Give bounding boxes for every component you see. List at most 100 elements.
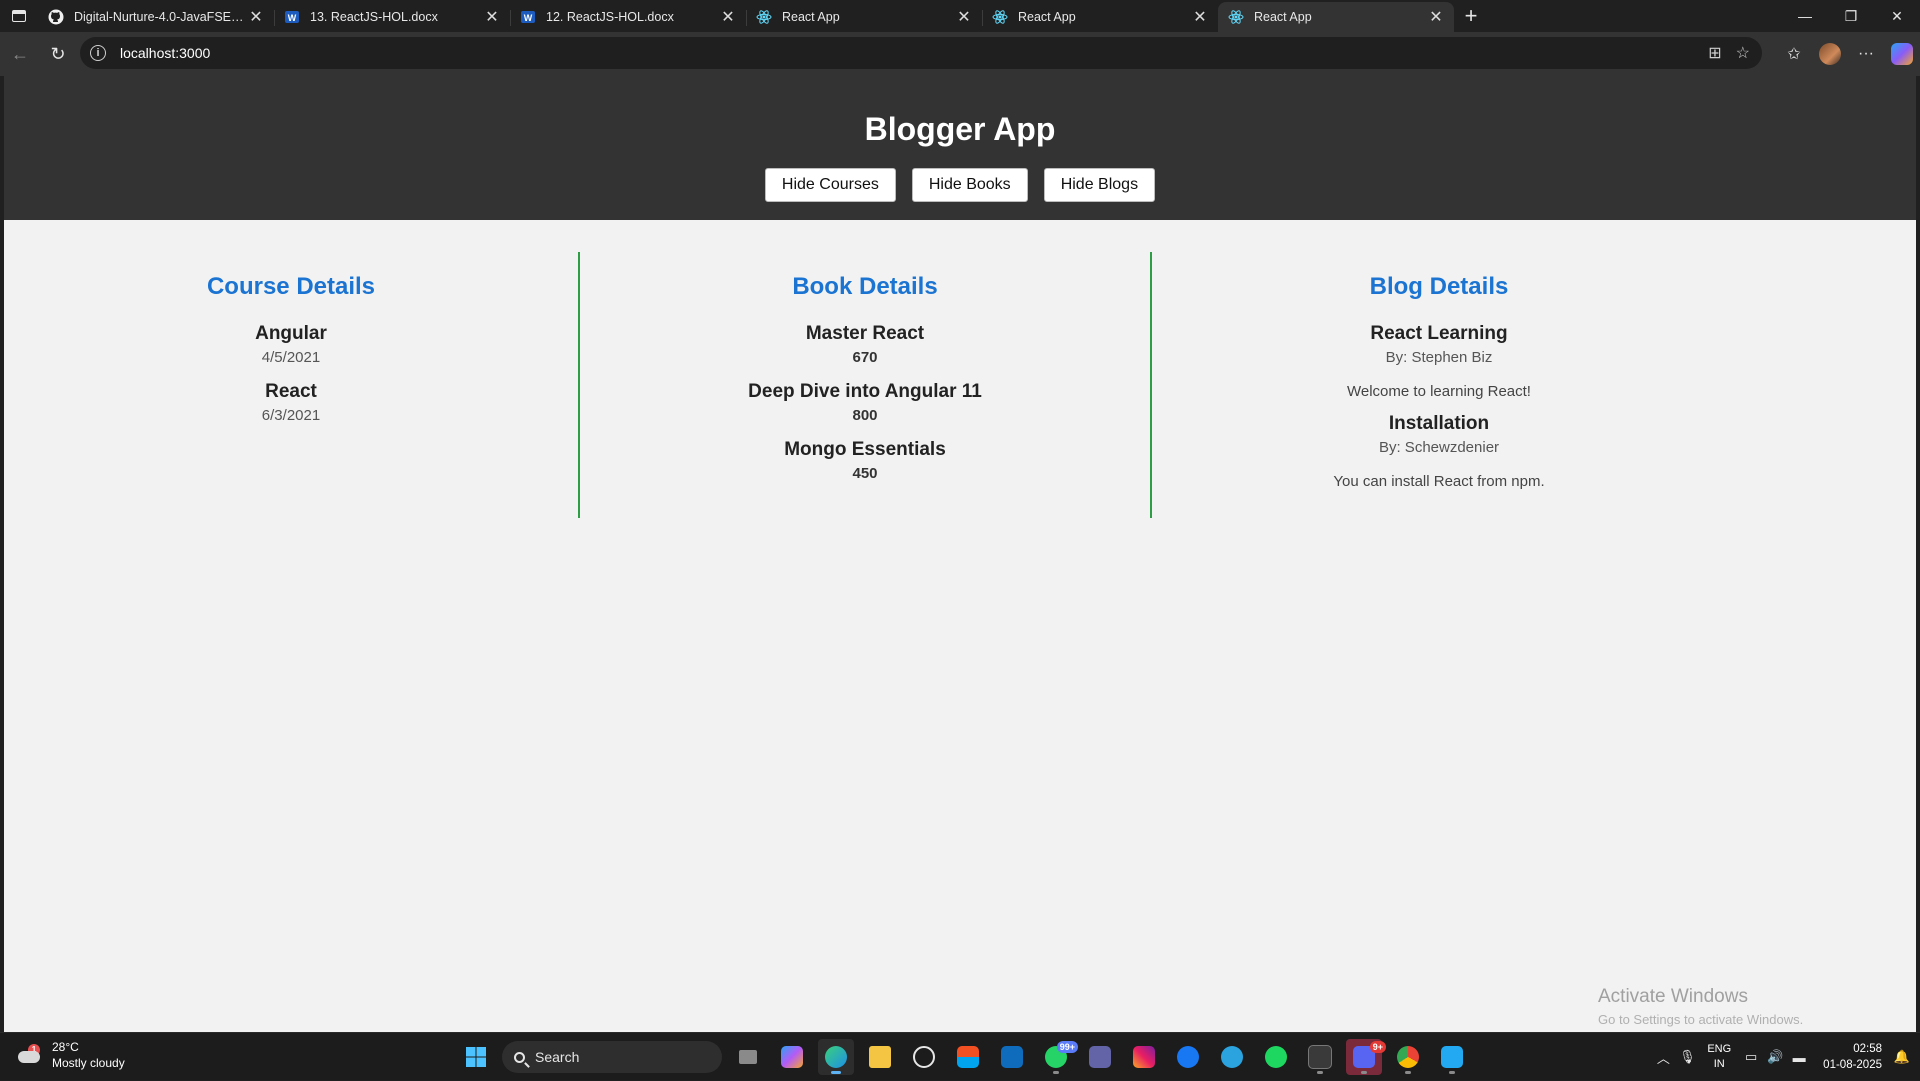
taskbar-search[interactable]: Search [502,1041,722,1073]
course-date: 6/3/2021 [261,407,321,424]
region-code: IN [1713,1058,1725,1070]
search-label: Search [535,1049,580,1065]
browser-tab-github[interactable]: Digital-Nurture-4.0-JavaFSE/Java ✕ [38,2,274,32]
language-indicator[interactable]: ENG IN [1707,1042,1731,1072]
terminal-icon[interactable] [1302,1039,1338,1075]
book-name: Deep Dive into Angular 11 [748,381,982,402]
course-name: Angular [255,323,327,344]
weather-icon: 1 [16,1041,44,1069]
blog-details-heading: Blog Details [1369,273,1509,300]
close-icon[interactable]: ✕ [482,7,502,27]
tab-title: 12. ReactJS-HOL.docx [546,10,674,24]
whatsapp-icon[interactable]: 99+ [1038,1039,1078,1075]
favorites-icon[interactable]: ✩ [1776,36,1812,72]
react-icon [756,9,772,25]
browser-tab-react-1[interactable]: React App ✕ [746,2,982,32]
word-icon: W [520,9,536,25]
minimize-icon[interactable]: — [1782,0,1828,32]
clock[interactable]: 02:58 01-08-2025 [1823,1041,1882,1073]
url-text[interactable]: localhost:3000 [120,45,210,61]
close-icon[interactable]: ✕ [1426,7,1446,27]
close-icon[interactable]: ✕ [954,7,974,27]
book-item: Master React 670 [580,322,1150,368]
book-price: 800 [852,407,878,424]
task-view-icon[interactable] [730,1039,766,1075]
telegram-icon[interactable] [1214,1039,1250,1075]
browser-tab-word-12[interactable]: W 12. ReactJS-HOL.docx ✕ [510,2,746,32]
whatsapp-badge: 99+ [1056,1041,1078,1053]
edge-browser-icon[interactable] [818,1039,854,1075]
browser-tab-react-active[interactable]: React App ✕ [1218,2,1454,32]
blog-item: React Learning By: Stephen Biz Welcome t… [1152,322,1726,402]
course-item: Angular 4/5/2021 [4,322,578,368]
copilot-icon[interactable] [1891,43,1913,65]
weather-widget[interactable]: 1 28°C Mostly cloudy [16,1039,125,1071]
browser-tab-strip: Digital-Nurture-4.0-JavaFSE/Java ✕ W 13.… [0,0,1920,32]
hide-courses-button[interactable]: Hide Courses [764,168,896,202]
microsoft-store-icon[interactable] [950,1039,986,1075]
taskbar-apps: Search 99+ 9+ [458,1033,1470,1081]
back-arrow-icon[interactable]: ← [2,36,38,72]
svg-text:W: W [524,13,533,23]
site-info-icon[interactable]: i [90,45,106,61]
start-windows-icon[interactable] [458,1039,494,1075]
outlook-icon[interactable] [994,1039,1030,1075]
svg-text:W: W [288,13,297,23]
tab-title: Digital-Nurture-4.0-JavaFSE/Java [74,10,246,24]
hide-books-button[interactable]: Hide Books [911,168,1028,202]
battery-icon[interactable]: ▬ [1787,1045,1811,1069]
microphone-icon[interactable]: 🎙 [1675,1045,1699,1069]
network-icon[interactable]: ▭ [1739,1045,1763,1069]
spotify-icon[interactable] [1258,1039,1294,1075]
app-header: Blogger App Hide Courses Hide Books Hide… [4,76,1916,220]
book-item: Mongo Essentials 450 [580,438,1150,484]
tab-actions-menu-icon[interactable] [0,0,38,32]
tab-title: React App [1018,10,1076,24]
address-bar-actions: ⊞ ☆ [1708,37,1750,69]
vscode-icon[interactable] [1434,1039,1470,1075]
blog-content: Welcome to learning React! [1347,383,1531,400]
github-icon [48,9,64,25]
blog-content: You can install React from npm. [1333,473,1545,490]
discord-badge: 9+ [1369,1041,1386,1053]
tab-title: React App [782,10,840,24]
browser-tab-word-13[interactable]: W 13. ReactJS-HOL.docx ✕ [274,2,510,32]
react-icon [1228,9,1244,25]
course-date: 4/5/2021 [261,349,321,366]
instagram-icon[interactable] [1126,1039,1162,1075]
chrome-icon[interactable] [1390,1039,1426,1075]
app-available-icon[interactable]: ⊞ [1708,43,1721,63]
activate-windows-watermark: Activate Windows Go to Settings to activ… [1598,985,1803,1031]
file-explorer-icon[interactable] [862,1039,898,1075]
restore-icon[interactable]: ❐ [1828,0,1874,32]
facebook-icon[interactable] [1170,1039,1206,1075]
copilot-taskbar-icon[interactable] [774,1039,810,1075]
browser-tab-react-2[interactable]: React App ✕ [982,2,1218,32]
close-icon[interactable]: ✕ [1190,7,1210,27]
volume-icon[interactable]: 🔊 [1763,1045,1787,1069]
profile-avatar[interactable] [1819,43,1841,65]
react-icon [992,9,1008,25]
address-bar[interactable]: i localhost:3000 ⊞ ☆ [80,37,1762,69]
discord-icon[interactable]: 9+ [1346,1039,1386,1075]
blog-title: Installation [1388,413,1490,434]
chevron-up-icon[interactable]: ︿ [1651,1045,1675,1069]
blog-author: By: Stephen Biz [1385,349,1493,366]
teams-icon[interactable] [1082,1039,1118,1075]
favorite-star-icon[interactable]: ☆ [1736,43,1750,63]
system-tray: ︿ 🎙 ENG IN ▭ 🔊 ▬ 02:58 01-08-2025 🔔 [1651,1033,1920,1081]
chatgpt-icon[interactable] [906,1039,942,1075]
blog-details-section: Blog Details React Learning By: Stephen … [1152,252,1726,518]
hide-blogs-button[interactable]: Hide Blogs [1043,168,1156,202]
close-icon[interactable]: ✕ [718,7,738,27]
watermark-subtitle: Go to Settings to activate Windows. [1598,1012,1804,1027]
new-tab-button[interactable]: + [1454,0,1488,32]
more-options-icon[interactable]: ··· [1848,36,1884,72]
clock-date: 01-08-2025 [1823,1059,1882,1071]
book-price: 670 [852,349,878,366]
book-price: 450 [852,465,878,482]
close-icon[interactable]: ✕ [246,7,266,27]
notification-icon[interactable]: 🔔 [1890,1045,1914,1069]
reload-icon[interactable]: ↻ [40,36,76,72]
close-window-icon[interactable]: ✕ [1874,0,1920,32]
